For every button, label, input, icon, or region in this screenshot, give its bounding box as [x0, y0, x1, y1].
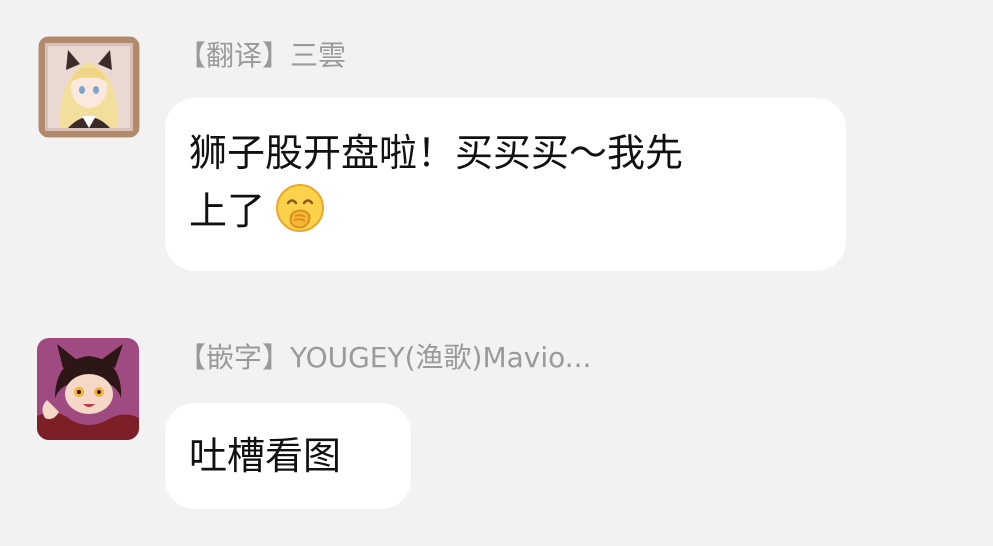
- avatar-image: [38, 36, 140, 138]
- chat-message: 【嵌字】YOUGEY(渔歌)Mavio... 吐槽看图: [0, 300, 993, 546]
- sender-name: 【翻译】三雲: [178, 39, 347, 72]
- message-text-line: 上了: [189, 182, 822, 240]
- chat-message: 【翻译】三雲 狮子股开盘啦！买买买～我先 上了: [0, 0, 993, 290]
- sender-name: 【嵌字】YOUGEY(渔歌)Mavio...: [178, 341, 592, 374]
- message-bubble[interactable]: 吐槽看图: [165, 403, 411, 509]
- avatar[interactable]: [38, 36, 140, 138]
- message-text: 吐槽看图: [189, 434, 342, 478]
- message-bubble[interactable]: 狮子股开盘啦！买买买～我先 上了: [165, 98, 846, 271]
- message-text: 上了: [189, 189, 266, 233]
- avatar[interactable]: [37, 338, 139, 440]
- avatar-image: [37, 338, 139, 440]
- hand-over-mouth-emoji-icon: [275, 183, 325, 233]
- message-text-line: 狮子股开盘啦！买买买～我先: [189, 131, 684, 175]
